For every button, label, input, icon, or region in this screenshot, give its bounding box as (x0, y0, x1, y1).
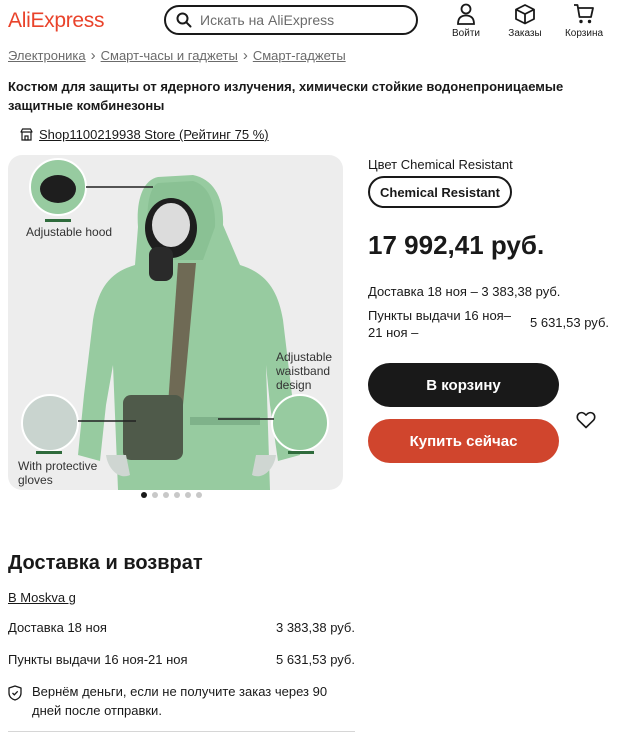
delivery-row: Доставка 18 ноя 3 383,38 руб. (8, 620, 355, 635)
refund-text: Вернём деньги, если не получите заказ че… (32, 684, 328, 718)
refund-guarantee: Вернём деньги, если не получите заказ че… (8, 682, 358, 720)
store-link-row[interactable]: Shop1100219938 Store (Рейтинг 75 %) (20, 127, 269, 142)
package-icon (515, 4, 535, 25)
breadcrumb-smartwatches[interactable]: Смарт-часы и гаджеты (101, 48, 238, 63)
gallery-dot[interactable] (185, 492, 191, 498)
chevron-right-icon: › (90, 47, 96, 64)
nav-login-label: Войти (452, 28, 480, 39)
store-link[interactable]: Shop1100219938 Store (Рейтинг 75 %) (39, 127, 269, 142)
chevron-right-icon: › (242, 47, 248, 64)
search-input[interactable] (200, 12, 400, 28)
delivery-row: Пункты выдачи 16 ноя-21 ноя 5 631,53 руб… (8, 652, 355, 667)
breadcrumb-smart-gadgets[interactable]: Смарт-гаджеты (253, 48, 346, 63)
label-gloves-2: gloves (18, 473, 53, 487)
shield-check-icon (8, 685, 22, 701)
nav-orders-label: Заказы (508, 28, 542, 39)
shipping-info: Доставка 18 ноя – 3 383,38 руб. (368, 284, 561, 299)
delivery-section-title: Доставка и возврат (8, 552, 203, 574)
gallery-pagination (141, 492, 202, 498)
label-adjustable-hood: Adjustable hood (26, 225, 112, 239)
pickup-price: 5 631,53 руб. (530, 315, 610, 330)
pickup-info-text: Пункты выдачи 16 ноя–21 ноя (368, 308, 511, 340)
gallery-dot[interactable] (196, 492, 202, 498)
gallery-dot[interactable] (174, 492, 180, 498)
user-icon (457, 3, 475, 25)
breadcrumb-electronics[interactable]: Электроника (8, 48, 86, 63)
breadcrumb: Электроника › Смарт-часы и гаджеты › Сма… (8, 47, 346, 64)
nav-cart[interactable]: Корзина (554, 3, 614, 39)
nav-cart-label: Корзина (564, 28, 604, 39)
label-waistband-3: design (276, 378, 311, 392)
delivery-row-price: 3 383,38 руб. (275, 620, 355, 635)
product-photo: Adjustable hood Adjustable waistband des… (18, 158, 332, 490)
pickup-info: Пункты выдачи 16 ноя–21 ноя – (368, 307, 523, 341)
buy-now-button[interactable]: Купить сейчас (368, 419, 559, 463)
color-label: Цвет Chemical Resistant (368, 157, 513, 172)
delivery-row-price: 5 631,53 руб. (275, 652, 355, 667)
delivery-row-label: Пункты выдачи 16 ноя-21 ноя (8, 652, 188, 667)
pickup-dash: – (411, 325, 419, 340)
nav-login[interactable]: Войти (436, 3, 496, 39)
divider (8, 731, 355, 732)
price: 17 992,41 руб. (368, 230, 545, 260)
label-gloves-1: With protective (18, 459, 98, 473)
cart-icon (574, 4, 594, 24)
add-to-cart-button[interactable]: В корзину (368, 363, 559, 407)
label-waistband-1: Adjustable (276, 350, 332, 364)
nav-orders[interactable]: Заказы (495, 3, 555, 39)
color-option-button[interactable]: Chemical Resistant (368, 176, 512, 208)
heart-icon[interactable] (576, 410, 596, 430)
search-icon (176, 12, 192, 28)
search-bar[interactable] (164, 5, 418, 35)
gallery-dot[interactable] (152, 492, 158, 498)
gallery-dot[interactable] (163, 492, 169, 498)
product-title: Костюм для защиты от ядерного излучения,… (8, 79, 564, 113)
store-icon (20, 128, 33, 141)
aliexpress-logo[interactable]: AliExpress (8, 9, 105, 33)
product-image[interactable]: Adjustable hood Adjustable waistband des… (8, 155, 343, 490)
delivery-city-link[interactable]: В Moskva g (8, 590, 76, 605)
label-waistband-2: waistband (275, 364, 330, 378)
delivery-row-label: Доставка 18 ноя (8, 620, 107, 635)
gallery-dot[interactable] (141, 492, 147, 498)
